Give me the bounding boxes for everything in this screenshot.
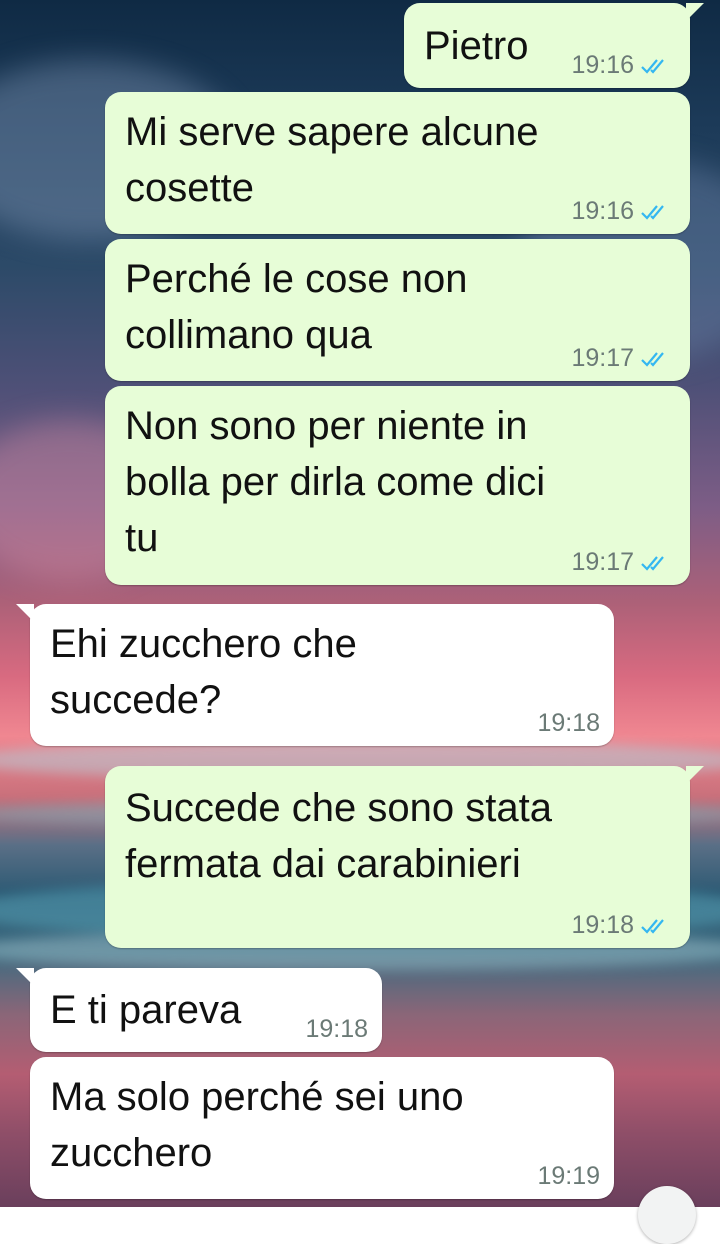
outgoing-message[interactable]: Non sono per niente in bolla per dirla c… [105,386,690,585]
double-check-icon [641,351,664,367]
message-time: 19:18 [571,911,634,939]
message-meta: 19:19 [537,1162,600,1191]
message-time: 19:18 [537,709,600,737]
message-meta: 19:18 [571,911,670,940]
message-time: 19:16 [571,51,634,79]
message-meta: 19:16 [571,51,670,80]
message-meta: 19:18 [537,709,600,738]
outgoing-message[interactable]: Succede che sono stata fermata dai carab… [105,766,704,948]
message-time: 19:16 [571,197,634,225]
outgoing-message[interactable]: Perché le cose non collimano qua 19:17 [105,239,690,381]
outgoing-message[interactable]: Mi serve sapere alcune cosette 19:16 [105,92,690,234]
incoming-message[interactable]: Ma solo perché sei uno zucchero 19:19 [30,1057,614,1199]
message-text: Ma solo perché sei uno zucchero [50,1075,464,1175]
double-check-icon [641,204,664,220]
double-check-icon [641,918,664,934]
message-time: 19:19 [537,1162,600,1190]
message-time: 19:17 [571,344,634,372]
scroll-down-icon[interactable] [638,1186,696,1244]
message-text: Mi serve sapere alcune cosette [125,110,539,210]
message-meta: 19:18 [305,1015,368,1044]
message-text: Ehi zucchero che succede? [50,622,357,722]
message-text: Non sono per niente in bolla per dirla c… [125,404,546,560]
incoming-message[interactable]: E ti pareva 19:18 [16,968,382,1052]
double-check-icon [641,555,664,571]
message-meta: 19:16 [571,197,670,226]
message-time: 19:18 [305,1015,368,1043]
message-text: Pietro [424,24,529,68]
message-time: 19:17 [571,548,634,576]
message-meta: 19:17 [571,548,670,577]
message-meta: 19:17 [571,344,670,373]
outgoing-message[interactable]: Pietro 19:16 [404,3,704,88]
message-text: E ti pareva [50,988,242,1032]
double-check-icon [641,58,664,74]
message-text: Succede che sono stata fermata dai carab… [125,786,552,886]
message-text: Perché le cose non collimano qua [125,257,468,357]
incoming-message[interactable]: Ehi zucchero che succede? 19:18 [16,604,614,746]
message-list[interactable]: Pietro 19:16 Mi serve sapere alcune cose… [0,0,720,1244]
